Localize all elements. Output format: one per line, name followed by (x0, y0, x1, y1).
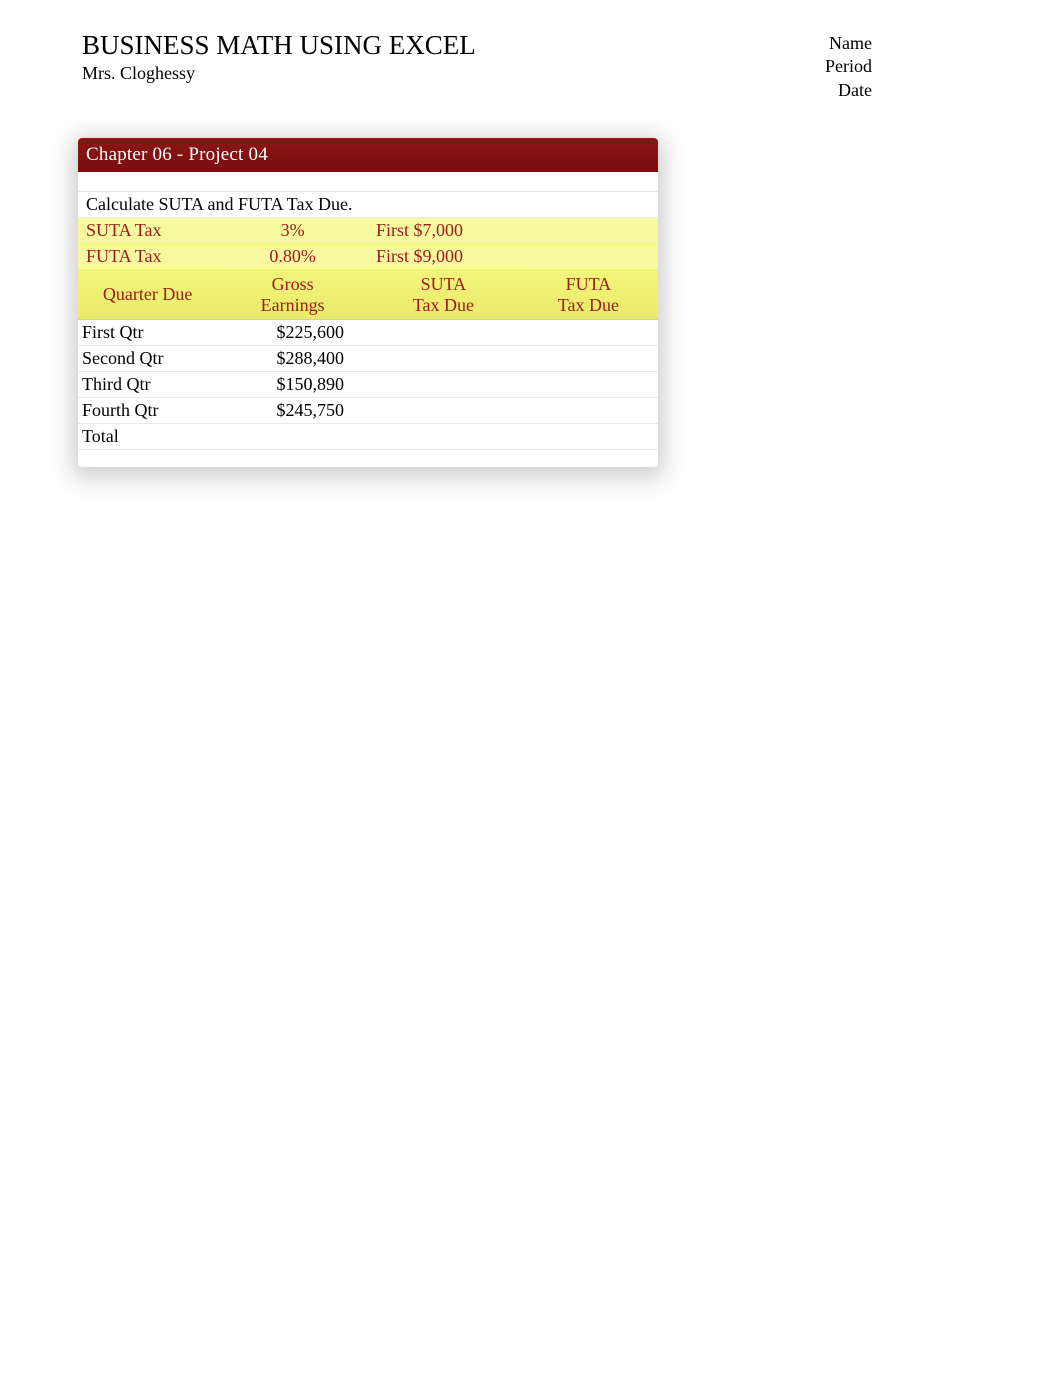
suta-blank (519, 218, 658, 244)
col-futa-tax-due: FUTATax Due (519, 270, 658, 320)
suta-label: SUTA Tax (78, 218, 217, 244)
cell-total-suta (368, 424, 519, 450)
suta-rate: 3% (217, 218, 368, 244)
project-panel: Chapter 06 - Project 04 Calculate SUTA a… (78, 138, 658, 467)
futa-label: FUTA Tax (78, 244, 217, 270)
table-row: Third Qtr $150,890 (78, 372, 658, 398)
col-quarter-due: Quarter Due (78, 270, 217, 320)
col-suta-tax-due: SUTATax Due (368, 270, 519, 320)
cell-total-futa (519, 424, 658, 450)
futa-blank (519, 244, 658, 270)
suta-first: First $7,000 (368, 218, 519, 244)
cell-futa (519, 398, 658, 424)
cell-gross: $150,890 (217, 372, 368, 398)
cell-gross: $288,400 (217, 346, 368, 372)
futa-rate: 0.80% (217, 244, 368, 270)
cell-gross: $225,600 (217, 320, 368, 346)
cell-quarter: Fourth Qtr (78, 398, 217, 424)
suta-tax-row: SUTA Tax 3% First $7,000 (78, 218, 658, 244)
table-row: Fourth Qtr $245,750 (78, 398, 658, 424)
cell-quarter: First Qtr (78, 320, 217, 346)
cell-total-label: Total (78, 424, 217, 450)
tax-table: Calculate SUTA and FUTA Tax Due. SUTA Ta… (78, 192, 658, 449)
column-header-row: Quarter Due GrossEarnings SUTATax Due FU… (78, 270, 658, 320)
cell-futa (519, 372, 658, 398)
meta-date: Date (825, 79, 872, 102)
instruction-row: Calculate SUTA and FUTA Tax Due. (78, 192, 658, 218)
cell-futa (519, 320, 658, 346)
cell-suta (368, 372, 519, 398)
cell-quarter: Second Qtr (78, 346, 217, 372)
cell-suta (368, 346, 519, 372)
cell-suta (368, 398, 519, 424)
cell-suta (368, 320, 519, 346)
panel-title: Chapter 06 - Project 04 (78, 138, 658, 172)
panel-content: Calculate SUTA and FUTA Tax Due. SUTA Ta… (78, 172, 658, 467)
document-meta: Name Period Date (825, 32, 872, 102)
total-row: Total (78, 424, 658, 450)
cell-futa (519, 346, 658, 372)
cell-total-gross (217, 424, 368, 450)
futa-first: First $9,000 (368, 244, 519, 270)
table-row: Second Qtr $288,400 (78, 346, 658, 372)
cell-gross: $245,750 (217, 398, 368, 424)
futa-tax-row: FUTA Tax 0.80% First $9,000 (78, 244, 658, 270)
instruction-text: Calculate SUTA and FUTA Tax Due. (78, 192, 658, 218)
col-gross-earnings: GrossEarnings (217, 270, 368, 320)
meta-name: Name (825, 32, 872, 55)
meta-period: Period (825, 55, 872, 78)
table-row: First Qtr $225,600 (78, 320, 658, 346)
cell-quarter: Third Qtr (78, 372, 217, 398)
